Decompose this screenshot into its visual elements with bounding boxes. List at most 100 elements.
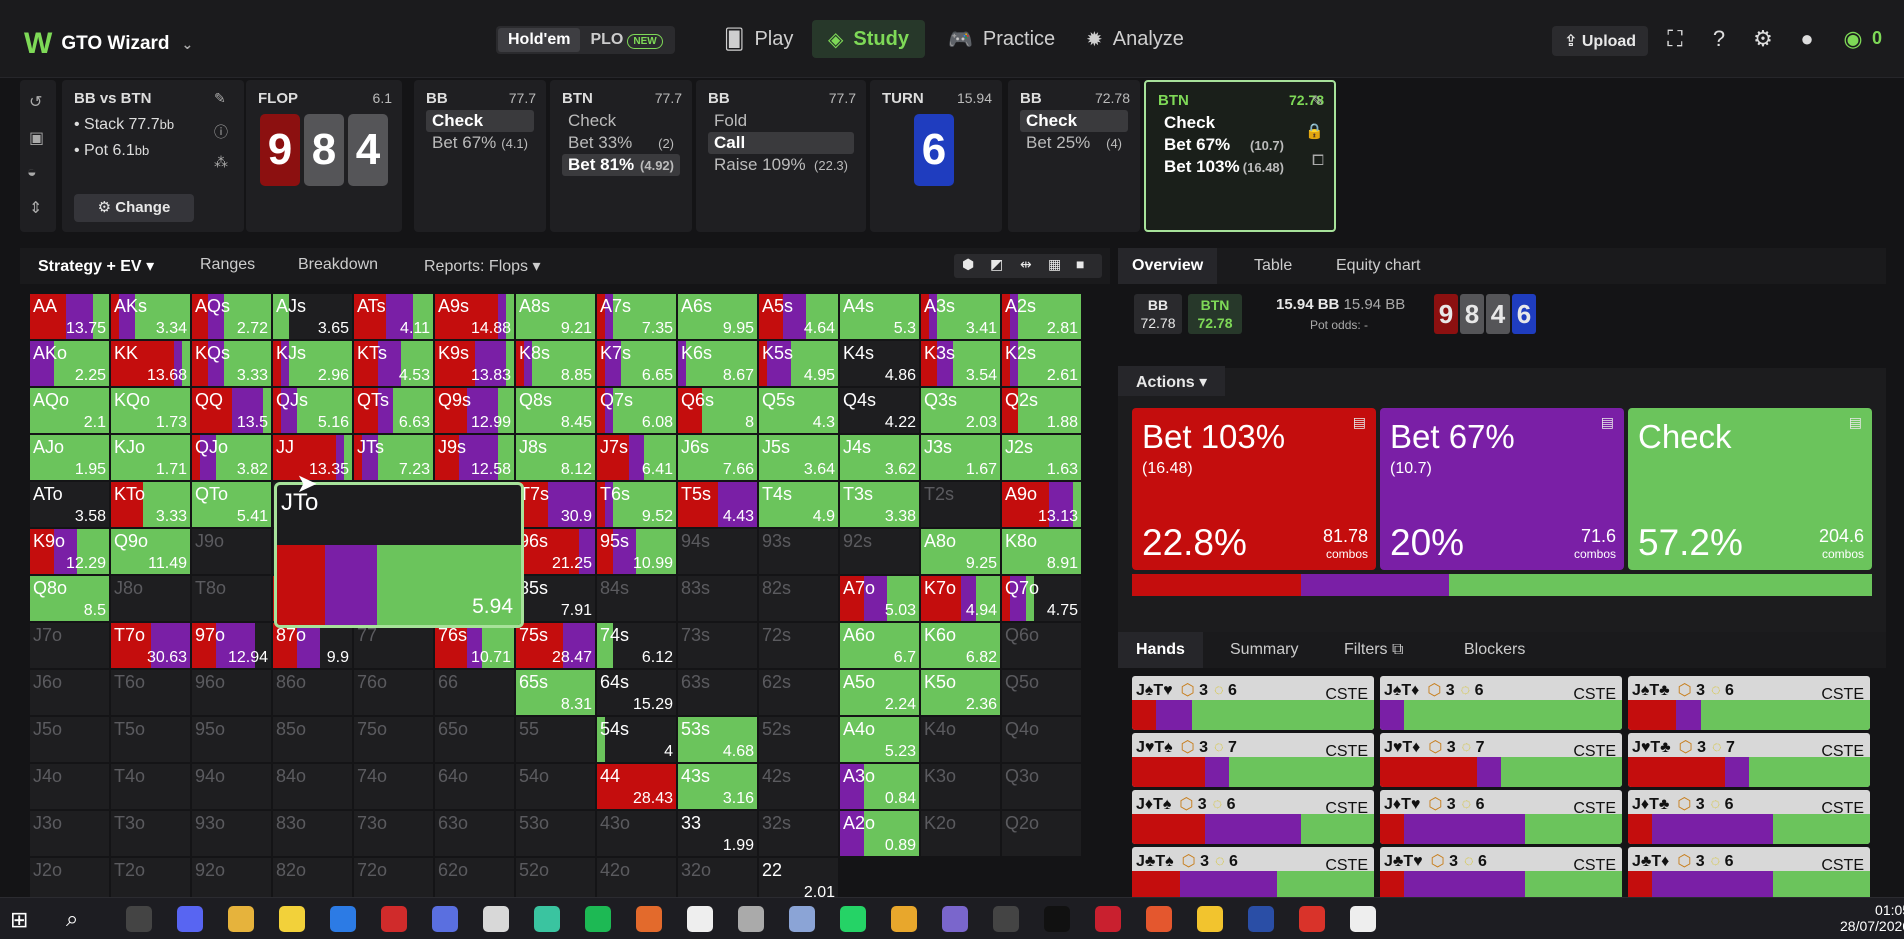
hand-cell[interactable]: 82o (273, 858, 352, 900)
hand-cell[interactable]: K9o 12.29 (30, 529, 109, 574)
node-action[interactable]: Check (1020, 110, 1128, 132)
hand-cell[interactable]: Q2o (1002, 811, 1081, 856)
node-action[interactable]: Fold (708, 110, 854, 132)
hand-cell[interactable]: Q3o (1002, 764, 1081, 809)
app-icon[interactable] (636, 906, 662, 932)
hand-cell[interactable]: A6s 9.95 (678, 294, 757, 339)
app-icon[interactable] (993, 906, 1019, 932)
hand-cell[interactable]: 64s 15.29 (597, 670, 676, 715)
mode-plo[interactable]: PLO NEW (580, 28, 672, 52)
hand-cell[interactable]: A6o 6.7 (840, 623, 919, 668)
nav-practice[interactable]: 🎮 Practice (932, 20, 1071, 58)
hand-cell[interactable]: KQs 3.33 (192, 341, 271, 386)
hand-cell[interactable]: J9o (192, 529, 271, 574)
hand-cell[interactable]: T3s 3.38 (840, 482, 919, 527)
hand-cell[interactable]: A5s 4.64 (759, 294, 838, 339)
hand-cell[interactable]: AA 13.75 (30, 294, 109, 339)
hand-cell[interactable]: Q3s 2.03 (921, 388, 1000, 433)
hand-row[interactable]: J♠T♦ ⬡ 3 ◌ 6 CSTE (1380, 676, 1622, 730)
hand-cell[interactable]: T3o (111, 811, 190, 856)
node-action[interactable]: Call (708, 132, 854, 154)
save-icon[interactable]: ▣ (29, 128, 44, 148)
reset-icon[interactable]: ↺ (29, 92, 42, 112)
hand-cell[interactable]: JTs 7.23 (354, 435, 433, 480)
hand-cell[interactable]: T8o (192, 576, 271, 621)
hand-row[interactable]: J♣T♠ ⬡ 3 ◌ 6 CSTE (1132, 847, 1374, 900)
cube-icon[interactable]: ⬢ (962, 256, 974, 273)
hand-cell[interactable]: KJs 2.96 (273, 341, 352, 386)
node-action[interactable]: Bet 67% (4.1) (426, 132, 534, 154)
turn-column[interactable]: TURN 15.94 6 (870, 80, 1002, 232)
hand-cell[interactable]: A2s 2.81 (1002, 294, 1081, 339)
hand-cell[interactable]: 63o (435, 811, 514, 856)
hand-cell[interactable]: 53o (516, 811, 595, 856)
hand-cell[interactable]: 85o (273, 717, 352, 762)
tab-ranges[interactable]: Ranges (200, 256, 255, 274)
node-action[interactable]: Bet 33% (2) (562, 132, 680, 154)
hand-cell[interactable]: Q2s 1.88 (1002, 388, 1081, 433)
hand-cell[interactable]: J8o (111, 576, 190, 621)
app-icon[interactable] (534, 906, 560, 932)
hand-cell[interactable]: 32o (678, 858, 757, 900)
share-icon[interactable]: ⁂ (214, 154, 228, 171)
hand-cell[interactable]: 87o 9.9 (273, 623, 352, 668)
tab-table[interactable]: Table (1254, 257, 1292, 275)
hand-cell[interactable]: T4o (111, 764, 190, 809)
hand-cell[interactable]: J5s 3.64 (759, 435, 838, 480)
details-icon[interactable]: ▤ (1601, 414, 1614, 431)
hand-cell[interactable]: A9s 14.88 (435, 294, 514, 339)
hand-cell[interactable]: 73s (678, 623, 757, 668)
hand-cell[interactable]: K5o 2.36 (921, 670, 1000, 715)
app-icon[interactable] (330, 906, 356, 932)
node-action[interactable]: Bet 81% (4.92) (562, 154, 680, 176)
hand-cell[interactable]: QTs 6.63 (354, 388, 433, 433)
hand-cell[interactable]: J9s 12.58 (435, 435, 514, 480)
hand-cell[interactable]: K7s 6.65 (597, 341, 676, 386)
hand-cell[interactable]: 94s (678, 529, 757, 574)
nav-study[interactable]: ◈ Study (812, 20, 925, 58)
hand-cell[interactable]: 72s (759, 623, 838, 668)
hand-cell[interactable]: Q8o 8.5 (30, 576, 109, 621)
hand-cell[interactable]: K8s 8.85 (516, 341, 595, 386)
app-icon[interactable] (381, 906, 407, 932)
details-icon[interactable]: ▤ (1849, 414, 1862, 431)
hand-cell[interactable]: K9s 13.83 (435, 341, 514, 386)
hand-cell[interactable]: T6s 9.52 (597, 482, 676, 527)
sticky-notes-icon[interactable] (279, 906, 305, 932)
hand-row[interactable]: J♥T♦ ⬡ 3 ◌ 7 CSTE (1380, 733, 1622, 787)
hand-row[interactable]: J♠T♥ ⬡ 3 ◌ 6 CSTE (1132, 676, 1374, 730)
lock-icon[interactable]: 🔒 (1305, 122, 1324, 140)
hand-cell[interactable]: J7o (30, 623, 109, 668)
hand-cell[interactable]: AKo 2.25 (30, 341, 109, 386)
contrast-icon[interactable]: ◩ (990, 256, 1003, 273)
hand-cell[interactable]: A3s 3.41 (921, 294, 1000, 339)
hand-cell[interactable]: Q4o (1002, 717, 1081, 762)
hand-cell[interactable]: 97o 12.94 (192, 623, 271, 668)
hand-cell[interactable]: A9o 13.13 (1002, 482, 1081, 527)
hand-cell[interactable]: 55 (516, 717, 595, 762)
hand-cell[interactable]: 66 (435, 670, 514, 715)
info-icon[interactable]: ⓘ (214, 122, 228, 142)
hand-cell[interactable]: K7o 4.94 (921, 576, 1000, 621)
hand-cell[interactable]: J2o (30, 858, 109, 900)
hand-cell[interactable]: AQo 2.1 (30, 388, 109, 433)
hand-cell[interactable]: T7o 30.63 (111, 623, 190, 668)
mode-holdem[interactable]: Hold'em (498, 28, 581, 52)
hand-cell[interactable]: J7s 6.41 (597, 435, 676, 480)
hand-cell[interactable]: T6o (111, 670, 190, 715)
chrome-icon[interactable] (891, 906, 917, 932)
app-icon[interactable] (1248, 906, 1274, 932)
hand-cell[interactable]: KK 13.68 (111, 341, 190, 386)
gear-icon[interactable]: ⚙ (1750, 26, 1776, 52)
windows-start-icon[interactable]: ⊞ (10, 907, 28, 933)
hand-cell[interactable]: T4s 4.9 (759, 482, 838, 527)
app-icon[interactable] (1197, 906, 1223, 932)
decision-node-1[interactable]: BB 77.7 Check Bet 67% (4.1) (414, 80, 546, 232)
node-action[interactable]: Check (562, 110, 680, 132)
hand-row[interactable]: J♠T♣ ⬡ 3 ◌ 6 CSTE (1628, 676, 1870, 730)
hand-cell[interactable]: A4o 5.23 (840, 717, 919, 762)
hand-cell[interactable]: 92o (192, 858, 271, 900)
hand-cell[interactable]: QJs 5.16 (273, 388, 352, 433)
search-icon[interactable]: ⌕ (66, 906, 78, 932)
hand-cell[interactable]: AQs 2.72 (192, 294, 271, 339)
